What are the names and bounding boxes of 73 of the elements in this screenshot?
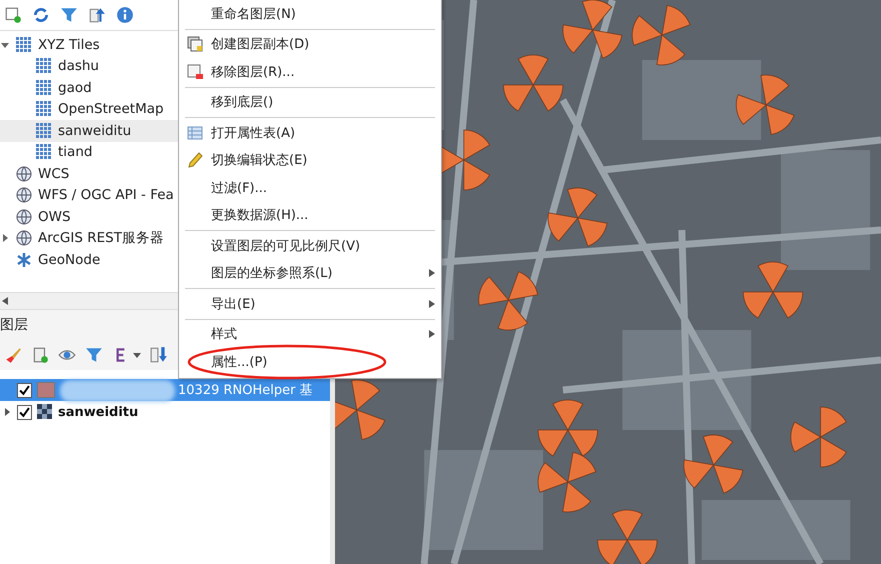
move-down-icon[interactable]	[150, 346, 168, 364]
menu-item[interactable]: 属性...(P)	[179, 348, 441, 376]
globe-icon	[16, 208, 32, 225]
globe-icon	[16, 166, 32, 182]
checkbox[interactable]	[17, 382, 32, 398]
raster-icon	[37, 404, 53, 420]
checkbox[interactable]	[17, 404, 32, 420]
expand-arrow-icon[interactable]	[3, 408, 11, 416]
collapse-arrow-icon[interactable]	[1, 40, 9, 49]
grid-icon	[16, 36, 32, 53]
submenu-arrow-icon	[429, 330, 435, 338]
tree-item[interactable]: GeoNode	[38, 252, 100, 268]
tree-item[interactable]: XYZ Tiles	[38, 36, 100, 53]
menu-item[interactable]: 打开属性表(A)	[179, 119, 441, 146]
tree-item[interactable]: OpenStreetMap	[58, 101, 164, 118]
submenu-arrow-icon	[429, 269, 435, 278]
menu-item[interactable]: 样式	[179, 320, 441, 348]
globe-icon	[16, 230, 32, 246]
menu-item[interactable]: 移除图层(R)...	[179, 58, 441, 86]
menu-item[interactable]: 过滤(F)...	[179, 174, 441, 202]
grid-icon	[36, 80, 52, 96]
cell-sector-symbol	[562, 0, 622, 59]
layer-name[interactable]: sanweiditu	[58, 404, 138, 420]
filter-icon[interactable]	[85, 346, 103, 364]
tree-item[interactable]: OWS	[38, 208, 71, 225]
asterisk-icon	[16, 252, 32, 268]
table-icon	[187, 124, 203, 141]
cell-sector-symbol	[632, 5, 690, 66]
duplicate-layer-icon	[187, 36, 203, 52]
menu-item[interactable]: 设置图层的可见比例尺(V)	[179, 232, 441, 260]
dropdown-caret-icon[interactable]	[133, 351, 141, 359]
tree-item[interactable]: WCS	[38, 166, 70, 182]
menu-item[interactable]: 更换数据源(H)...	[179, 202, 441, 229]
cell-sector-symbol	[790, 406, 847, 468]
tree-item[interactable]: gaod	[58, 80, 92, 96]
cell-sector-symbol	[597, 510, 658, 564]
scroll-left-icon[interactable]	[2, 297, 8, 305]
menu-item[interactable]: 切换编辑状态(E)	[179, 146, 441, 174]
globe-icon	[16, 187, 32, 204]
cell-sector-symbol	[335, 380, 386, 440]
cell-sector-symbol	[548, 188, 608, 247]
remove-layer-icon	[187, 64, 203, 80]
refresh-icon[interactable]	[32, 6, 50, 24]
submenu-arrow-icon	[429, 300, 435, 308]
grid-icon	[36, 122, 52, 139]
grid-icon	[36, 58, 52, 74]
tree-item[interactable]: dashu	[58, 58, 99, 74]
filter-icon[interactable]	[60, 6, 78, 24]
panel-title: 图层	[0, 316, 28, 334]
tree-item[interactable]: WFS / OGC API - Fea	[38, 187, 174, 204]
menu-item[interactable]: 重命名图层(N)	[179, 0, 441, 28]
cell-sector-symbol	[478, 271, 538, 330]
tree-item[interactable]: tiand	[58, 144, 92, 160]
add-icon[interactable]	[4, 6, 22, 24]
menu-item[interactable]: 导出(E)	[179, 290, 441, 318]
cell-sector-symbol	[684, 434, 744, 494]
tree-item[interactable]: ArcGIS REST服务器	[38, 229, 164, 248]
cell-sector-symbol	[503, 54, 564, 112]
cell-sector-symbol	[736, 74, 794, 135]
grid-icon	[36, 101, 52, 118]
pencil-icon	[187, 152, 203, 168]
cell-sector-symbol	[742, 262, 804, 318]
info-icon[interactable]	[116, 6, 134, 24]
fill-swatch-icon	[37, 382, 55, 398]
cell-sector-symbol	[538, 452, 596, 512]
menu-item[interactable]: 创建图层副本(D)	[179, 30, 441, 58]
menu-item[interactable]: 移到底层()	[179, 88, 441, 116]
cell-sector-symbol	[538, 400, 598, 456]
menu-item[interactable]: 图层的坐标参照系(L)	[179, 260, 441, 287]
grid-icon	[36, 144, 52, 160]
expand-arrow-icon[interactable]	[1, 234, 9, 242]
paintbrush-icon[interactable]	[4, 346, 22, 364]
tree-item[interactable]: sanweiditu	[58, 122, 132, 139]
